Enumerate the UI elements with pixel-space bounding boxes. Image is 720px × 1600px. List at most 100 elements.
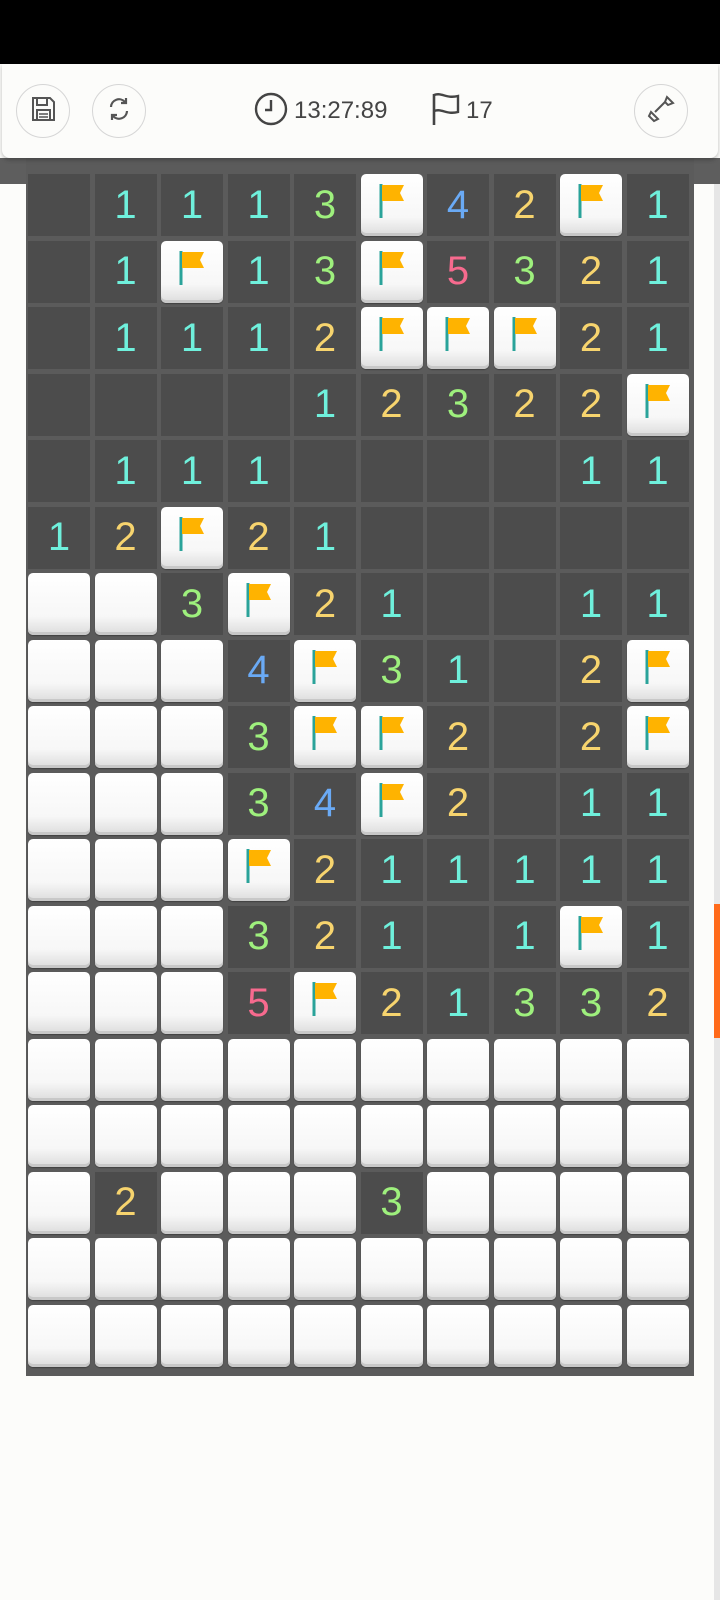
number-cell[interactable]: 3 xyxy=(493,240,556,303)
number-cell[interactable]: 1 xyxy=(427,972,489,1034)
number-cell[interactable]: 3 xyxy=(493,972,556,1034)
flagged-cell[interactable] xyxy=(626,639,689,702)
hidden-cell[interactable] xyxy=(427,1171,489,1234)
revealed-empty-cell[interactable] xyxy=(28,307,90,369)
hidden-cell[interactable] xyxy=(161,905,223,968)
number-cell[interactable]: 3 xyxy=(294,174,356,236)
number-cell[interactable]: 2 xyxy=(294,573,356,635)
number-cell[interactable]: 1 xyxy=(560,772,622,835)
hidden-cell[interactable] xyxy=(227,1105,290,1167)
number-cell[interactable]: 2 xyxy=(560,639,622,702)
revealed-empty-cell[interactable] xyxy=(560,506,622,569)
hidden-cell[interactable] xyxy=(626,1238,689,1300)
number-cell[interactable]: 2 xyxy=(560,373,622,436)
number-cell[interactable]: 3 xyxy=(560,972,622,1034)
number-cell[interactable]: 1 xyxy=(427,839,489,901)
hidden-cell[interactable] xyxy=(360,1304,423,1367)
flagged-cell[interactable] xyxy=(360,174,423,236)
hidden-cell[interactable] xyxy=(493,1171,556,1234)
number-cell[interactable]: 2 xyxy=(493,174,556,236)
hidden-cell[interactable] xyxy=(294,1304,356,1367)
revealed-empty-cell[interactable] xyxy=(427,573,489,635)
revealed-empty-cell[interactable] xyxy=(28,440,90,502)
flagged-cell[interactable] xyxy=(626,373,689,436)
hidden-cell[interactable] xyxy=(161,1238,223,1300)
hidden-cell[interactable] xyxy=(94,1304,157,1367)
number-cell[interactable]: 1 xyxy=(94,440,157,502)
number-cell[interactable]: 1 xyxy=(161,440,223,502)
hidden-cell[interactable] xyxy=(294,1105,356,1167)
number-cell[interactable]: 1 xyxy=(227,307,290,369)
hidden-cell[interactable] xyxy=(626,1038,689,1101)
hidden-cell[interactable] xyxy=(161,1105,223,1167)
number-cell[interactable]: 1 xyxy=(626,772,689,835)
number-cell[interactable]: 1 xyxy=(626,573,689,635)
number-cell[interactable]: 3 xyxy=(227,706,290,768)
hidden-cell[interactable] xyxy=(493,1304,556,1367)
number-cell[interactable]: 2 xyxy=(294,905,356,968)
hidden-cell[interactable] xyxy=(94,1238,157,1300)
number-cell[interactable]: 2 xyxy=(294,839,356,901)
number-cell[interactable]: 2 xyxy=(94,1171,157,1234)
hidden-cell[interactable] xyxy=(161,1304,223,1367)
number-cell[interactable]: 4 xyxy=(294,772,356,835)
hidden-cell[interactable] xyxy=(227,1038,290,1101)
number-cell[interactable]: 1 xyxy=(227,440,290,502)
hidden-cell[interactable] xyxy=(294,1038,356,1101)
number-cell[interactable]: 1 xyxy=(227,240,290,303)
hidden-cell[interactable] xyxy=(560,1238,622,1300)
number-cell[interactable]: 1 xyxy=(360,839,423,901)
number-cell[interactable]: 3 xyxy=(427,373,489,436)
number-cell[interactable]: 4 xyxy=(227,639,290,702)
number-cell[interactable]: 2 xyxy=(493,373,556,436)
flagged-cell[interactable] xyxy=(294,972,356,1034)
flagged-cell[interactable] xyxy=(427,307,489,369)
hidden-cell[interactable] xyxy=(94,839,157,901)
hidden-cell[interactable] xyxy=(28,639,90,702)
hidden-cell[interactable] xyxy=(560,1105,622,1167)
revealed-empty-cell[interactable] xyxy=(360,506,423,569)
flagged-cell[interactable] xyxy=(360,706,423,768)
hidden-cell[interactable] xyxy=(227,1171,290,1234)
revealed-empty-cell[interactable] xyxy=(626,506,689,569)
revealed-empty-cell[interactable] xyxy=(161,373,223,436)
number-cell[interactable]: 2 xyxy=(360,972,423,1034)
number-cell[interactable]: 2 xyxy=(94,506,157,569)
save-button[interactable] xyxy=(16,84,70,138)
number-cell[interactable]: 1 xyxy=(626,240,689,303)
number-cell[interactable]: 1 xyxy=(626,905,689,968)
number-cell[interactable]: 1 xyxy=(427,639,489,702)
hidden-cell[interactable] xyxy=(427,1105,489,1167)
hidden-cell[interactable] xyxy=(28,573,90,635)
number-cell[interactable]: 3 xyxy=(360,639,423,702)
flagged-cell[interactable] xyxy=(493,307,556,369)
number-cell[interactable]: 1 xyxy=(360,905,423,968)
number-cell[interactable]: 1 xyxy=(161,174,223,236)
hidden-cell[interactable] xyxy=(626,1105,689,1167)
scrollbar-thumb[interactable] xyxy=(714,904,720,1038)
hidden-cell[interactable] xyxy=(360,1038,423,1101)
hidden-cell[interactable] xyxy=(28,972,90,1034)
hidden-cell[interactable] xyxy=(28,1038,90,1101)
number-cell[interactable]: 1 xyxy=(360,573,423,635)
hidden-cell[interactable] xyxy=(227,1238,290,1300)
flagged-cell[interactable] xyxy=(227,573,290,635)
number-cell[interactable]: 3 xyxy=(161,573,223,635)
revealed-empty-cell[interactable] xyxy=(94,373,157,436)
hidden-cell[interactable] xyxy=(161,972,223,1034)
flagged-cell[interactable] xyxy=(294,706,356,768)
revealed-empty-cell[interactable] xyxy=(28,240,90,303)
tool-button[interactable] xyxy=(634,84,688,138)
hidden-cell[interactable] xyxy=(94,972,157,1034)
number-cell[interactable]: 4 xyxy=(427,174,489,236)
hidden-cell[interactable] xyxy=(28,772,90,835)
revealed-empty-cell[interactable] xyxy=(427,506,489,569)
scrollbar-track[interactable] xyxy=(714,184,720,1600)
hidden-cell[interactable] xyxy=(560,1038,622,1101)
flagged-cell[interactable] xyxy=(227,839,290,901)
hidden-cell[interactable] xyxy=(294,1238,356,1300)
hidden-cell[interactable] xyxy=(161,1038,223,1101)
hidden-cell[interactable] xyxy=(161,772,223,835)
number-cell[interactable]: 1 xyxy=(28,506,90,569)
number-cell[interactable]: 2 xyxy=(294,307,356,369)
